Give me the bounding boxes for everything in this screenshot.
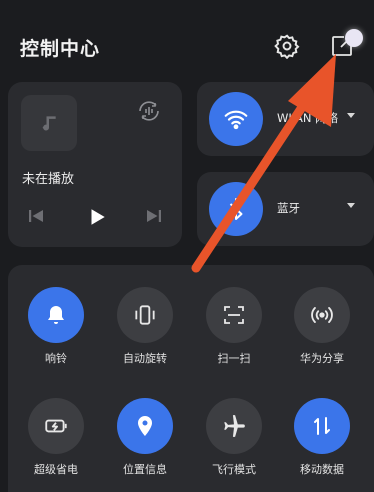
tile-label: 响铃 xyxy=(45,352,67,365)
previous-icon xyxy=(29,210,43,222)
scan-icon xyxy=(224,306,244,324)
play-button[interactable] xyxy=(86,206,108,232)
toggle-auto-rotate[interactable]: 自动旋转 xyxy=(105,287,185,366)
auto-rotate-icon xyxy=(135,305,155,325)
airplane-button[interactable] xyxy=(206,398,262,454)
now-playing-status: 未在播放 xyxy=(22,172,75,187)
previous-track-button[interactable] xyxy=(26,206,46,230)
tile-label: 超级省电 xyxy=(34,463,78,476)
toggle-huawei-share[interactable]: 华为分享 xyxy=(282,287,362,366)
wifi-card[interactable]: WLAN 网络 xyxy=(197,82,374,156)
ring-button[interactable] xyxy=(28,287,84,343)
auto-rotate-button[interactable] xyxy=(117,287,173,343)
tile-label: 自动旋转 xyxy=(123,352,167,365)
mobile-data-button[interactable] xyxy=(294,398,350,454)
share-signal-icon xyxy=(311,307,333,323)
tile-label: 移动数据 xyxy=(300,463,344,476)
bluetooth-toggle[interactable] xyxy=(209,182,263,236)
tile-label: 位置信息 xyxy=(123,463,167,476)
quick-toggles-panel: 响铃 自动旋转 扫一扫 华为分享 超级省电 位置信息 飞行模式 移动数据 xyxy=(8,265,374,492)
music-note-icon xyxy=(42,116,56,131)
scan-button[interactable] xyxy=(206,287,262,343)
wifi-label: WLAN 网络 xyxy=(277,111,339,125)
page-title: 控制中心 xyxy=(20,38,101,60)
mobile-data-icon xyxy=(314,417,330,435)
next-track-button[interactable] xyxy=(144,206,164,230)
toggle-scan[interactable]: 扫一扫 xyxy=(194,287,274,366)
bluetooth-icon xyxy=(229,198,243,220)
album-art xyxy=(21,95,77,151)
toggle-ring[interactable]: 响铃 xyxy=(16,287,96,366)
touch-indicator xyxy=(345,29,363,47)
toggle-mobile-data[interactable]: 移动数据 xyxy=(282,398,362,477)
bluetooth-expand-caret[interactable] xyxy=(347,203,355,208)
airplane-icon xyxy=(224,415,245,437)
bluetooth-label: 蓝牙 xyxy=(277,201,300,215)
location-icon xyxy=(138,416,152,436)
battery-saver-icon xyxy=(45,419,67,433)
tile-label: 华为分享 xyxy=(300,352,344,365)
bluetooth-card[interactable]: 蓝牙 xyxy=(197,172,374,246)
location-button[interactable] xyxy=(117,398,173,454)
bell-icon xyxy=(48,306,64,324)
wifi-expand-caret[interactable] xyxy=(347,113,355,118)
toggle-location[interactable]: 位置信息 xyxy=(105,398,185,477)
tile-label: 扫一扫 xyxy=(217,352,251,365)
audio-cast-icon xyxy=(139,101,159,121)
toggle-airplane[interactable]: 飞行模式 xyxy=(194,398,274,477)
wifi-icon xyxy=(224,110,248,130)
play-icon xyxy=(91,209,105,225)
audio-cast-button[interactable] xyxy=(136,98,162,124)
huawei-share-button[interactable] xyxy=(294,287,350,343)
gear-icon xyxy=(274,34,300,59)
media-player-card[interactable]: 未在播放 xyxy=(8,82,182,247)
power-saver-button[interactable] xyxy=(28,398,84,454)
tile-label: 飞行模式 xyxy=(212,463,256,476)
settings-button[interactable] xyxy=(272,31,302,61)
next-icon xyxy=(147,210,161,222)
toggle-power-saver[interactable]: 超级省电 xyxy=(16,398,96,477)
wifi-toggle[interactable] xyxy=(209,92,263,146)
